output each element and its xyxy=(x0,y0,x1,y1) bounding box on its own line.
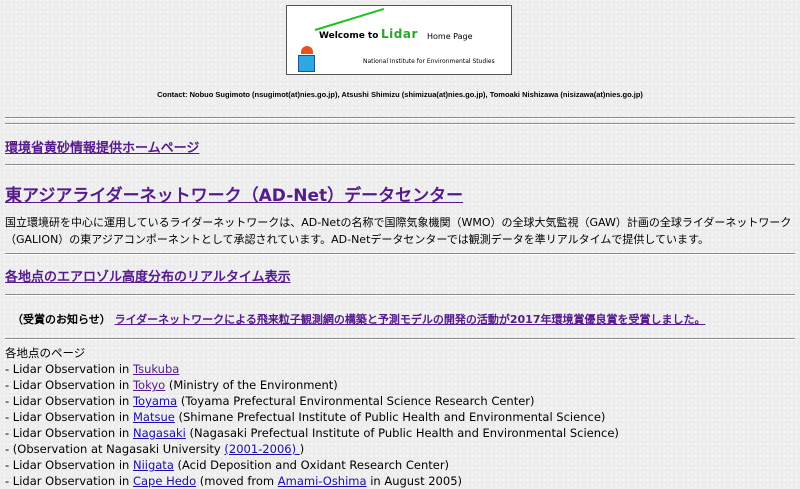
adnet-description: 国立環境研を中心に運用しているライダーネットワークは、AD-Netの名称で国際気… xyxy=(5,216,792,246)
divider xyxy=(5,164,795,166)
kosa-info-link[interactable]: 環境省黄砂情報提供ホームページ xyxy=(5,137,199,156)
award-link[interactable]: ライダーネットワークによる飛来粒子観測網の構築と予測モデルの開発の活動が2017… xyxy=(115,313,706,326)
divider xyxy=(5,338,795,340)
list-item: - Lidar Observation in Nagasaki (Nagasak… xyxy=(5,426,619,440)
site-link-tokyo[interactable]: Tokyo xyxy=(133,378,165,392)
site-link-toyama[interactable]: Toyama xyxy=(133,394,177,408)
divider xyxy=(5,117,795,119)
site-link-amami-oshima[interactable]: Amami-Oshima xyxy=(278,474,367,488)
sites-heading: 各地点のページ xyxy=(5,346,86,360)
banner-institute-text: National Institute for Environmental Stu… xyxy=(363,58,495,65)
site-link-nagasaki[interactable]: Nagasaki xyxy=(133,426,186,440)
site-link-niigata[interactable]: Niigata xyxy=(133,458,174,472)
banner-lidar-text: Lidar xyxy=(381,27,418,41)
lidar-banner-logo: Welcome to Lidar Home Page National Inst… xyxy=(286,5,512,75)
divider xyxy=(5,253,795,255)
banner-welcome-text: Welcome to xyxy=(319,31,379,41)
list-item: - Lidar Observation in Matsue (Shimane P… xyxy=(5,410,606,424)
contact-info: Contact: Nobuo Sugimoto (nsugimot(at)nie… xyxy=(157,90,643,99)
award-notice: （受賞のお知らせ） ライダーネットワークによる飛来粒子観測網の構築と予測モデルの… xyxy=(12,311,705,327)
list-item: - Lidar Observation in Cape Hedo (moved … xyxy=(5,474,462,488)
realtime-display-link[interactable]: 各地点のエアロゾル高度分布のリアルタイム表示 xyxy=(5,266,291,285)
list-item: - Lidar Observation in Tokyo (Ministry o… xyxy=(5,378,338,392)
lidar-station-graphic xyxy=(298,55,315,72)
divider xyxy=(5,294,795,296)
adnet-data-center-link[interactable]: 東アジアライダーネットワーク（AD-Net）データセンター xyxy=(5,181,463,206)
divider xyxy=(5,123,795,125)
list-item: - Lidar Observation in Toyama (Toyama Pr… xyxy=(5,394,535,408)
banner-home-page-text: Home Page xyxy=(427,32,473,41)
laser-beam-graphic xyxy=(314,7,385,31)
list-item: - (Observation at Nagasaki University (2… xyxy=(5,442,305,456)
list-item: - Lidar Observation in Niigata (Acid Dep… xyxy=(5,458,450,472)
lidar-dome-graphic xyxy=(301,46,313,54)
award-prefix: （受賞のお知らせ） xyxy=(12,313,111,326)
site-link-matsue[interactable]: Matsue xyxy=(133,410,175,424)
sites-list: 各地点のページ - Lidar Observation in Tsukuba -… xyxy=(5,345,619,489)
site-link-tsukuba[interactable]: Tsukuba xyxy=(133,362,179,376)
site-link-cape-hedo[interactable]: Cape Hedo xyxy=(133,474,196,488)
site-link-nagasaki-univ[interactable]: (2001-2006) xyxy=(224,442,299,456)
list-item: - Lidar Observation in Tsukuba xyxy=(5,362,180,376)
